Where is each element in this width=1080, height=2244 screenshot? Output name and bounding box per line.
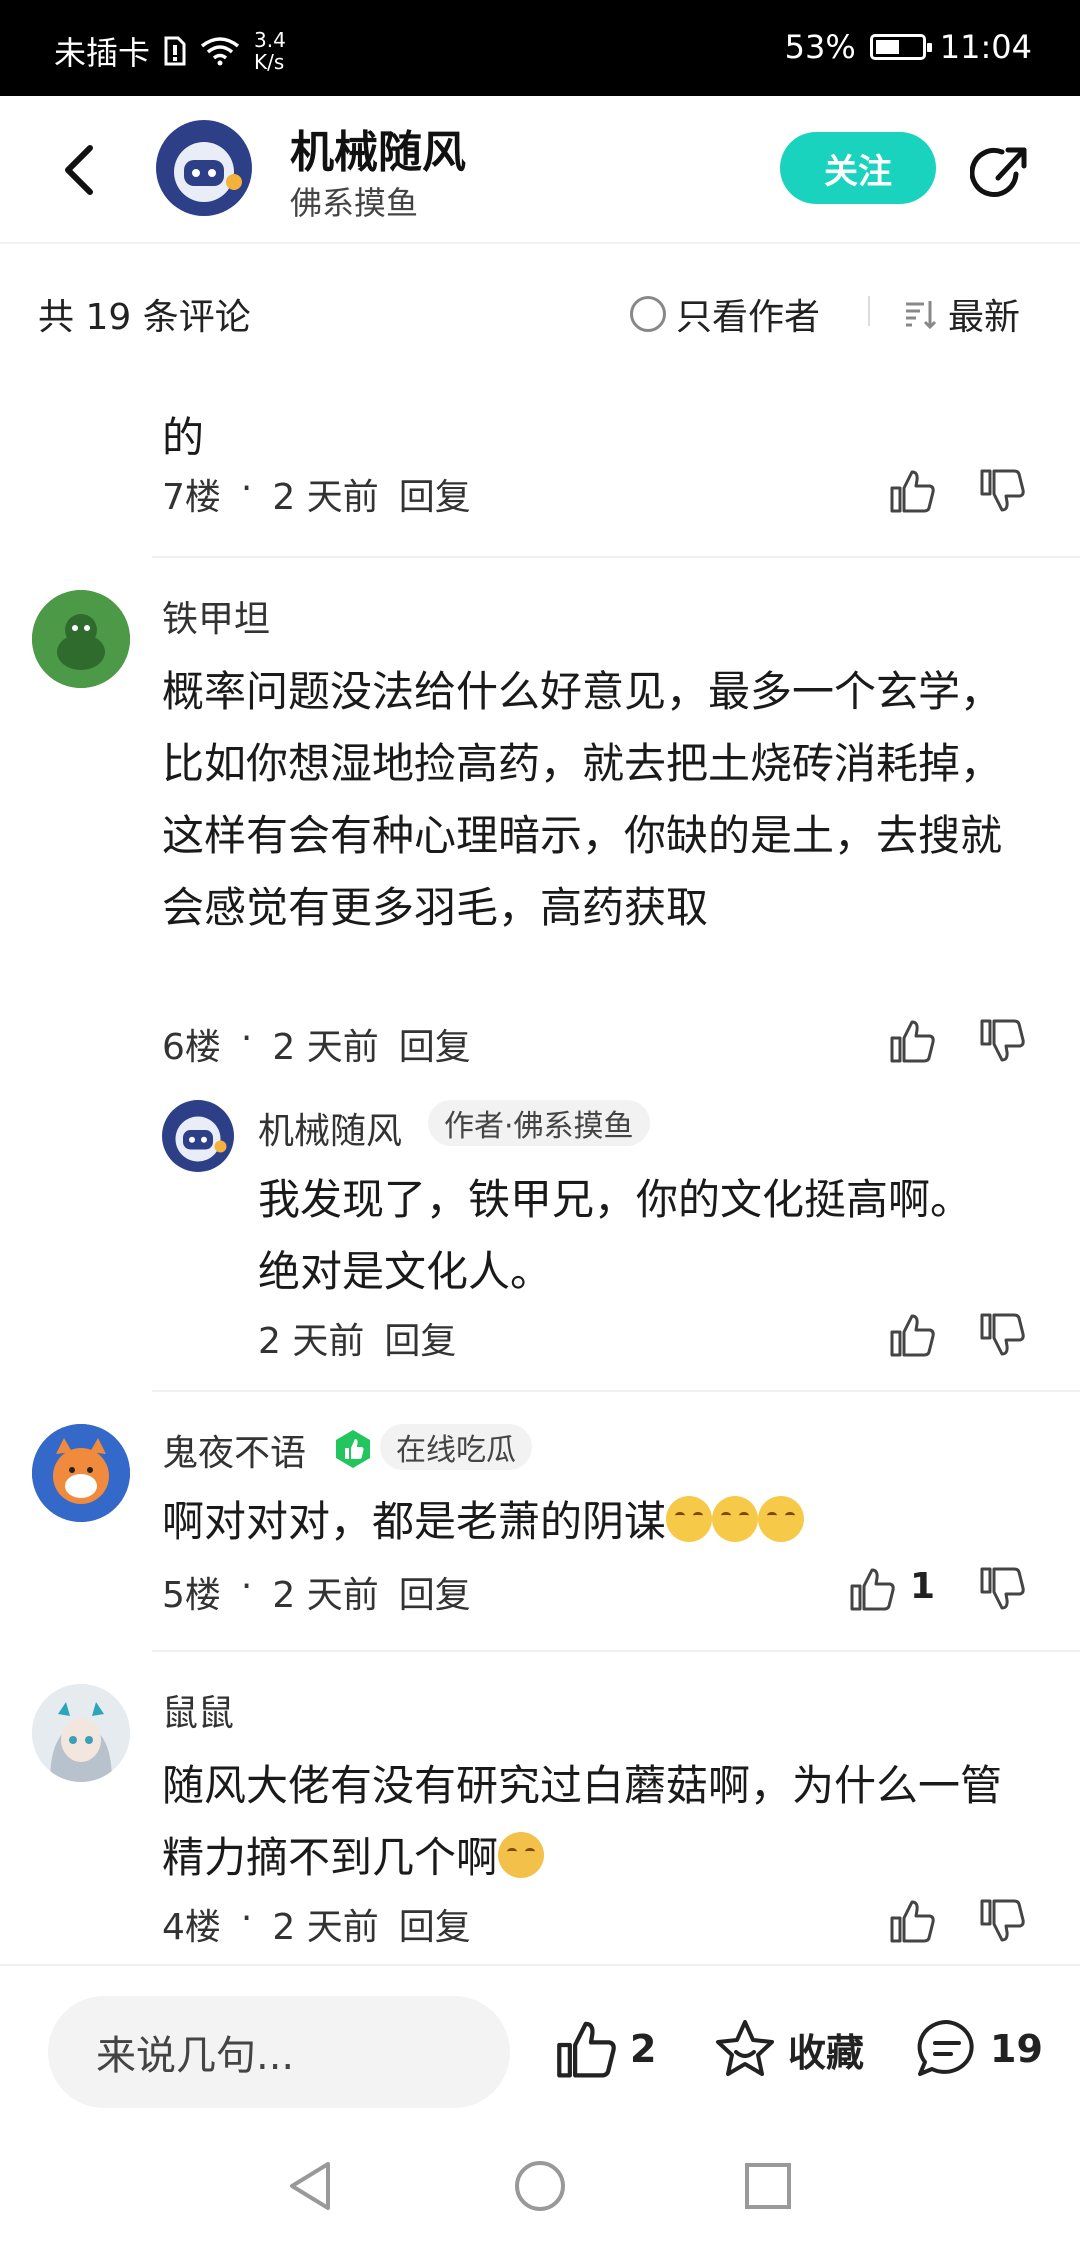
thumbs-up-icon[interactable] bbox=[888, 1310, 938, 1360]
like-post-button[interactable]: 2 bbox=[554, 2016, 656, 2082]
comment-sort-bar: 共 19 条评论 只看作者 最新 bbox=[0, 244, 1080, 372]
username[interactable]: 铁甲坦 bbox=[162, 590, 270, 642]
comment-time: 2 天前 bbox=[272, 1027, 379, 1068]
floor-number: 6楼 bbox=[162, 1027, 221, 1068]
thumbs-up-icon[interactable] bbox=[848, 1564, 898, 1614]
nav-home-icon[interactable] bbox=[512, 2158, 568, 2214]
battery-percent: 53% bbox=[784, 28, 856, 66]
comment-time: 2 天前 bbox=[272, 1575, 379, 1616]
thumbs-down-icon[interactable] bbox=[978, 1564, 1028, 1614]
post-header: 机械随风 佛系摸鱼 关注 bbox=[0, 96, 1080, 244]
share-icon[interactable] bbox=[970, 140, 1034, 204]
radio-icon bbox=[630, 296, 666, 332]
back-icon[interactable] bbox=[54, 140, 110, 200]
user-avatar[interactable] bbox=[32, 1684, 130, 1782]
thumbs-up-icon[interactable] bbox=[888, 1896, 938, 1946]
author-tag: 作者·佛系摸鱼 bbox=[428, 1100, 650, 1146]
floor-number: 5楼 bbox=[162, 1575, 221, 1616]
reply-avatar[interactable] bbox=[162, 1100, 234, 1172]
carrier-text: 未插卡 bbox=[54, 34, 151, 72]
star-icon bbox=[716, 2020, 774, 2076]
comment-total: 19 bbox=[990, 2027, 1043, 2071]
author-avatar[interactable] bbox=[156, 120, 252, 216]
divider bbox=[868, 296, 870, 326]
reply-button[interactable]: 回复 bbox=[384, 1312, 456, 1364]
clock: 11:04 bbox=[939, 28, 1032, 66]
favorite-button[interactable]: 收藏 bbox=[712, 2016, 864, 2082]
thumbs-down-icon[interactable] bbox=[978, 466, 1028, 516]
author-name[interactable]: 机械随风 bbox=[290, 116, 466, 180]
sort-icon bbox=[906, 301, 937, 330]
thumbs-down-icon[interactable] bbox=[978, 1310, 1028, 1360]
reply-text: 我发现了，铁甲兄，你的文化挺高啊。绝对是文化人。 bbox=[258, 1175, 973, 1296]
sort-newest-button[interactable]: 最新 bbox=[904, 288, 1020, 340]
reply-username[interactable]: 机械随风 bbox=[258, 1102, 402, 1154]
time-separator: · bbox=[240, 1018, 253, 1059]
comment-text: 概率问题没法给什么好意见，最多一个玄学，比如你想湿地捡高药，就去把土烧砖消耗掉，… bbox=[162, 667, 1003, 932]
comment-divider bbox=[152, 1650, 1080, 1652]
nav-recents-icon[interactable] bbox=[742, 2160, 794, 2212]
comment-meta: 7楼 · 2 天前 回复 bbox=[162, 468, 471, 520]
time-separator: · bbox=[240, 468, 253, 509]
thumbs-up-icon[interactable] bbox=[888, 1016, 938, 1066]
reply-button[interactable]: 回复 bbox=[399, 1898, 471, 1950]
user-avatar[interactable] bbox=[32, 590, 130, 688]
bottom-action-bar: 来说几句... 2 收藏 19 bbox=[0, 1964, 1080, 2132]
comment-bubble-icon bbox=[917, 2019, 974, 2076]
network-speed: 3.4 K/s bbox=[254, 28, 286, 74]
comment-meta: 6楼 · 2 天前 回复 bbox=[162, 1018, 471, 1070]
username[interactable]: 鬼夜不语 bbox=[162, 1424, 306, 1476]
nav-back-icon[interactable] bbox=[286, 2158, 334, 2214]
smile-emoji-icon bbox=[758, 1496, 805, 1542]
reply-button[interactable]: 回复 bbox=[399, 1566, 471, 1618]
post-like-count: 2 bbox=[630, 2027, 657, 2071]
shocked-emoji-icon bbox=[498, 1832, 545, 1878]
user-tag: 在线吃瓜 bbox=[380, 1424, 532, 1470]
author-subtitle: 佛系摸鱼 bbox=[290, 184, 419, 222]
time-separator: · bbox=[240, 1898, 253, 1939]
comment-input[interactable]: 来说几句... bbox=[48, 1996, 510, 2108]
floor-number: 4楼 bbox=[162, 1907, 221, 1948]
reply-meta: 2 天前 回复 bbox=[258, 1312, 456, 1364]
follow-button[interactable]: 关注 bbox=[780, 132, 936, 204]
comment-meta: 4楼 · 2 天前 回复 bbox=[162, 1898, 471, 1950]
smile-emoji-icon bbox=[712, 1496, 759, 1542]
floor-number: 7楼 bbox=[162, 477, 221, 518]
like-count: 1 bbox=[910, 1566, 936, 1607]
status-bar: 未插卡 3.4 K/s 53% 11:04 bbox=[0, 0, 1080, 96]
thumbs-down-icon[interactable] bbox=[978, 1016, 1028, 1066]
username[interactable]: 鼠鼠 bbox=[162, 1684, 234, 1736]
system-nav-bar bbox=[0, 2132, 1080, 2244]
comment-text: 随风大佬有没有研究过白蘑菇啊，为什么一管精力摘不到几个啊 bbox=[162, 1761, 1003, 1882]
reply-button[interactable]: 回复 bbox=[399, 1018, 471, 1070]
comment-divider bbox=[152, 1390, 1080, 1392]
comment-text: 的 bbox=[162, 413, 205, 462]
reply-button[interactable]: 回复 bbox=[399, 468, 471, 520]
author-only-toggle[interactable]: 只看作者 bbox=[630, 288, 820, 340]
comments-button[interactable]: 19 bbox=[914, 2016, 1043, 2082]
comment-divider bbox=[152, 556, 1080, 558]
comment-time: 2 天前 bbox=[272, 1907, 379, 1948]
thumbs-up-icon[interactable] bbox=[888, 466, 938, 516]
smile-emoji-icon bbox=[666, 1496, 713, 1542]
thumbs-down-icon[interactable] bbox=[978, 1896, 1028, 1946]
comment-text: 啊对对对，都是老萧的阴谋 bbox=[162, 1486, 1080, 1558]
comment-time: 2 天前 bbox=[272, 477, 379, 518]
comment-meta: 5楼 · 2 天前 回复 bbox=[162, 1566, 471, 1618]
comment-count: 共 19 条评论 bbox=[38, 297, 251, 338]
no-sim-icon bbox=[164, 36, 186, 66]
thumbs-up-icon bbox=[557, 2021, 616, 2078]
user-avatar[interactable] bbox=[32, 1424, 130, 1522]
time-separator: · bbox=[240, 1566, 253, 1607]
battery-icon bbox=[869, 34, 932, 60]
wifi-icon bbox=[200, 37, 240, 66]
reply-time: 2 天前 bbox=[258, 1321, 365, 1362]
verified-badge-icon bbox=[336, 1430, 370, 1468]
